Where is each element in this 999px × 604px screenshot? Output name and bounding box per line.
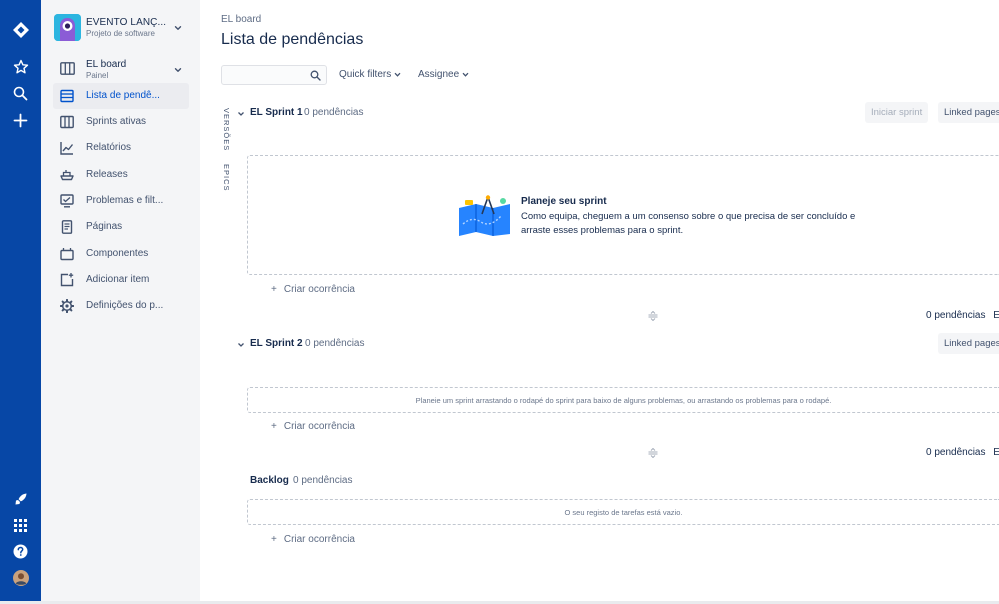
backlog-header: Backlog 0 pendências bbox=[237, 475, 437, 489]
sidebar-item-active-sprints[interactable]: Sprints ativas bbox=[53, 109, 189, 135]
project-type: Projeto de software bbox=[86, 29, 155, 38]
page-icon bbox=[61, 220, 73, 234]
linked-pages-button[interactable]: Linked pages bbox=[938, 102, 999, 123]
board-subtitle: Painel bbox=[86, 71, 109, 80]
map-illustration-icon bbox=[459, 195, 510, 236]
sidebar-item-label: Problemas e filt... bbox=[86, 195, 164, 206]
empty-sprint-title: Planeje seu sprint bbox=[521, 196, 607, 207]
create-issue-button[interactable]: + Criar ocorrência bbox=[271, 284, 355, 295]
sidebar-item-label: Sprints ativas bbox=[86, 116, 147, 127]
drag-handle-icon[interactable] bbox=[648, 311, 658, 321]
search-icon bbox=[310, 70, 321, 81]
sprint-footer-count: 0 pendências bbox=[926, 310, 986, 321]
sprint-2-footer: 0 pendências Es bbox=[926, 447, 999, 458]
page-title: Lista de pendências bbox=[221, 31, 364, 48]
sprint-footer-estimate: Es bbox=[993, 447, 999, 458]
gear-icon bbox=[60, 299, 74, 313]
sidebar-item-label: Páginas bbox=[86, 221, 123, 232]
quick-filters-dropdown[interactable]: Quick filters bbox=[339, 69, 401, 80]
sidebar-item-backlog[interactable]: Lista de pendê... bbox=[53, 83, 189, 109]
chart-line-icon bbox=[60, 142, 74, 155]
rocket-icon[interactable] bbox=[0, 487, 41, 511]
sprint-2-empty-dropzone: Planeie um sprint arrastando o rodapé do… bbox=[247, 387, 999, 413]
chevron-down-icon bbox=[174, 26, 182, 30]
backlog-icon bbox=[60, 89, 74, 103]
search-icon[interactable] bbox=[0, 81, 41, 105]
star-icon[interactable] bbox=[0, 55, 41, 79]
breadcrumb[interactable]: EL board bbox=[221, 14, 261, 25]
sidebar-item-add-item[interactable]: Adicionar item bbox=[53, 267, 189, 293]
sprint-name[interactable]: EL Sprint 2 bbox=[250, 338, 303, 349]
empty-sprint-description: Como equipa, cheguem a um consenso sobre… bbox=[521, 211, 856, 236]
user-avatar[interactable] bbox=[0, 566, 41, 590]
sidebar-item-label: Definições do p... bbox=[86, 300, 164, 311]
sidebar-item-releases[interactable]: Releases bbox=[53, 162, 189, 188]
sprint-1-footer: 0 pendências Es bbox=[926, 310, 999, 321]
sidebar-item-issues-filters[interactable]: Problemas e filt... bbox=[53, 188, 189, 214]
sidebar-item-components[interactable]: Componentes bbox=[53, 241, 189, 267]
board-columns-icon bbox=[60, 115, 74, 129]
tab-versions[interactable]: VERSÕES bbox=[222, 108, 231, 151]
issues-filter-icon bbox=[60, 194, 74, 208]
sidebar-item-label: Releases bbox=[86, 169, 128, 180]
sidebar-item-pages[interactable]: Páginas bbox=[53, 214, 189, 240]
sidebar-item-project-settings[interactable]: Definições do p... bbox=[53, 293, 189, 319]
project-name: EVENTO LANÇ... bbox=[86, 17, 167, 28]
project-selector[interactable]: EVENTO LANÇ... Projeto de software bbox=[54, 14, 194, 42]
sidebar-item-label: Adicionar item bbox=[86, 274, 150, 285]
chevron-down-icon bbox=[462, 72, 469, 77]
board-icon bbox=[60, 62, 75, 75]
backlog-empty-text: O seu registo de tarefas está vazio. bbox=[564, 508, 683, 517]
board-selector[interactable]: EL board Painel bbox=[54, 58, 194, 82]
chevron-down-icon[interactable] bbox=[237, 110, 245, 118]
sprint-issue-count: 0 pendências bbox=[305, 338, 365, 349]
sprint-name[interactable]: EL Sprint 1 bbox=[250, 107, 303, 118]
chevron-down-icon bbox=[174, 68, 182, 72]
sprint-2-header: EL Sprint 2 0 pendências bbox=[237, 338, 437, 352]
sprint-footer-count: 0 pendências bbox=[926, 447, 986, 458]
start-sprint-button[interactable]: Iniciar sprint bbox=[865, 102, 929, 123]
linked-pages-button[interactable]: Linked pages bbox=[938, 333, 999, 354]
jira-logo-icon[interactable] bbox=[0, 18, 41, 42]
tab-epics[interactable]: EPICS bbox=[222, 164, 231, 192]
backlog-issue-count: 0 pendências bbox=[293, 475, 353, 486]
global-navigation bbox=[0, 0, 41, 601]
sidebar-item-label: Componentes bbox=[86, 248, 149, 259]
component-icon bbox=[60, 248, 74, 261]
sprint-2-empty-text: Planeie um sprint arrastando o rodapé do… bbox=[415, 396, 832, 405]
app-switcher-icon[interactable] bbox=[0, 513, 41, 537]
backlog-name: Backlog bbox=[250, 475, 289, 486]
main-content: EL board Lista de pendências Quick filte… bbox=[200, 0, 999, 601]
create-issue-button[interactable]: + Criar ocorrência bbox=[271, 421, 355, 432]
create-issue-label: Criar ocorrência bbox=[283, 534, 355, 545]
sprint-issue-count: 0 pendências bbox=[304, 107, 364, 118]
sidebar-item-label: Relatórios bbox=[86, 142, 132, 153]
plus-icon: + bbox=[271, 284, 277, 295]
project-sidebar: EVENTO LANÇ... Projeto de software EL bo… bbox=[41, 0, 200, 601]
assignee-label: Assignee bbox=[418, 69, 460, 80]
add-item-icon bbox=[60, 273, 74, 287]
board-name: EL board bbox=[86, 59, 127, 70]
create-issue-label: Criar ocorrência bbox=[283, 421, 355, 432]
search-input[interactable] bbox=[221, 65, 327, 85]
backlog-empty-dropzone: O seu registo de tarefas está vazio. bbox=[247, 499, 999, 525]
plus-icon: + bbox=[271, 421, 277, 432]
project-avatar bbox=[54, 14, 81, 41]
sidebar-item-label: Lista de pendê... bbox=[86, 90, 160, 101]
create-issue-button[interactable]: + Criar ocorrência bbox=[271, 534, 355, 545]
assignee-dropdown[interactable]: Assignee bbox=[418, 69, 469, 80]
create-plus-icon[interactable] bbox=[0, 108, 41, 132]
chevron-down-icon bbox=[394, 72, 401, 77]
help-icon[interactable] bbox=[0, 539, 41, 563]
sidebar-item-reports[interactable]: Relatórios bbox=[53, 135, 189, 161]
ship-icon bbox=[60, 170, 74, 181]
quick-filters-label: Quick filters bbox=[339, 69, 392, 80]
plus-icon: + bbox=[271, 534, 277, 545]
create-issue-label: Criar ocorrência bbox=[283, 284, 355, 295]
sprint-footer-estimate: Es bbox=[993, 310, 999, 321]
sprint-1-header: EL Sprint 1 0 pendências bbox=[237, 107, 437, 121]
chevron-down-icon[interactable] bbox=[237, 341, 245, 349]
drag-handle-icon[interactable] bbox=[648, 448, 658, 458]
